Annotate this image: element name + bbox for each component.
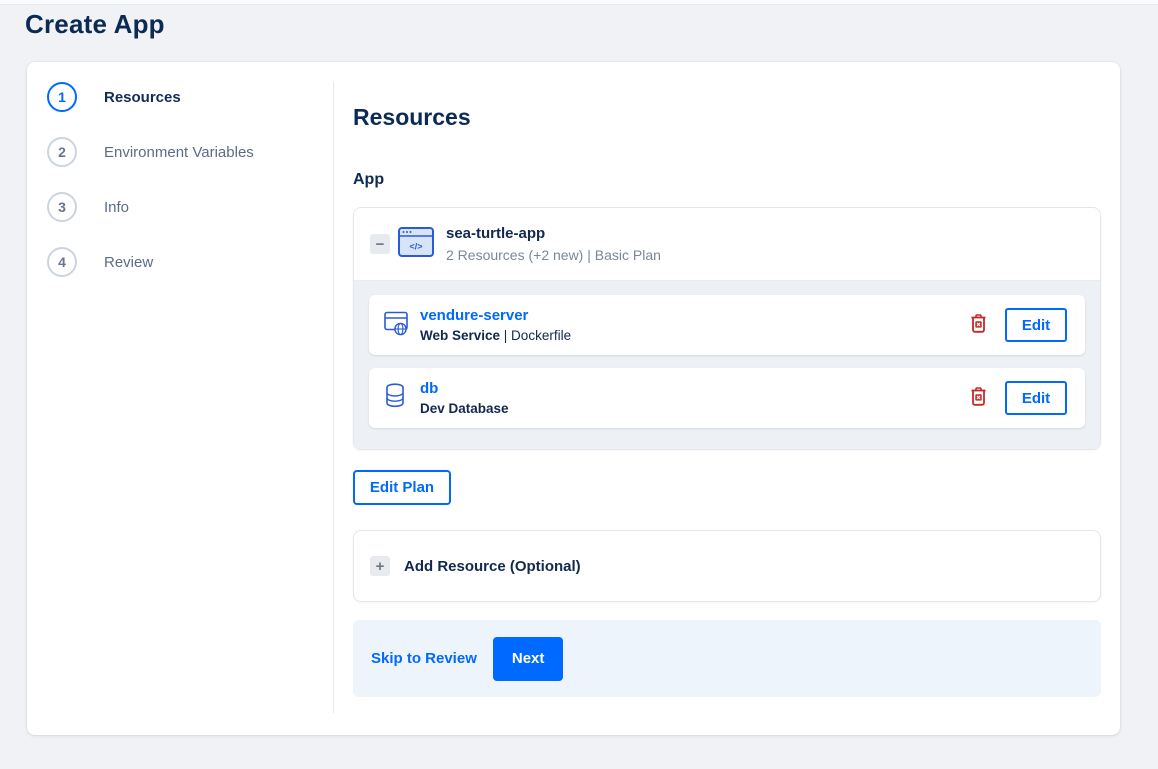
delete-resource-button[interactable] [968,385,989,411]
plus-icon: + [370,556,390,576]
svg-text:</>: </> [409,241,422,251]
app-name: sea-turtle-app [446,225,546,242]
step-number-badge: 4 [47,247,77,277]
step-label: Environment Variables [104,143,254,161]
app-window-code-icon: </> [398,226,434,262]
trash-icon [970,387,987,409]
resource-type: Dev Database [420,401,509,416]
app-summary: 2 Resources (+2 new) | Basic Plan [446,247,661,263]
edit-resource-button[interactable]: Edit [1005,308,1067,342]
next-button[interactable]: Next [492,636,564,681]
step-label: Review [104,253,154,271]
edit-resource-button[interactable]: Edit [1005,381,1067,415]
wizard-footer: Skip to Review Next [353,620,1101,697]
table-row: db Dev Database Edit [369,368,1085,428]
database-icon [384,382,410,414]
trash-icon [970,314,987,336]
resource-name-link[interactable]: db [420,380,509,397]
table-row: vendure-server Web Service | Dockerfile [369,295,1085,355]
app-group-card: − </> sea-turtle-app 2 Resources (+2 new… [353,207,1101,450]
resource-type: Web Service | Dockerfile [420,328,572,343]
edit-plan-button[interactable]: Edit Plan [353,470,451,505]
delete-resource-button[interactable] [968,312,989,338]
step-label: Resources [104,88,181,106]
wizard-stepper: 1 Resources 2 Environment Variables 3 In… [47,82,327,302]
vertical-divider [333,82,334,713]
collapse-minus-icon[interactable]: − [370,234,390,254]
top-bar [0,0,1158,5]
skip-to-review-link[interactable]: Skip to Review [371,650,477,667]
resource-name-link[interactable]: vendure-server [420,307,571,324]
add-resource-button[interactable]: + Add Resource (Optional) [353,530,1101,602]
step-label: Info [104,198,130,216]
resources-step-content: Resources App − </> sea-turtle-app 2 Res… [353,62,1101,697]
step-number-badge: 1 [47,82,77,112]
app-resources-list: vendure-server Web Service | Dockerfile [354,280,1100,449]
app-section-label: App [353,171,385,188]
app-group-header: − </> sea-turtle-app 2 Resources (+2 new… [354,208,1100,280]
page-title: Create App [25,9,165,39]
web-service-icon [384,310,410,341]
step-number-badge: 2 [47,137,77,167]
step-info[interactable]: 3 Info [47,192,327,222]
step-review[interactable]: 4 Review [47,247,327,277]
create-app-wizard-card: 1 Resources 2 Environment Variables 3 In… [27,62,1120,735]
add-resource-label: Add Resource (Optional) [404,557,581,575]
content-heading: Resources [353,104,471,130]
step-number-badge: 3 [47,192,77,222]
step-environment-variables[interactable]: 2 Environment Variables [47,137,327,167]
step-resources[interactable]: 1 Resources [47,82,327,112]
